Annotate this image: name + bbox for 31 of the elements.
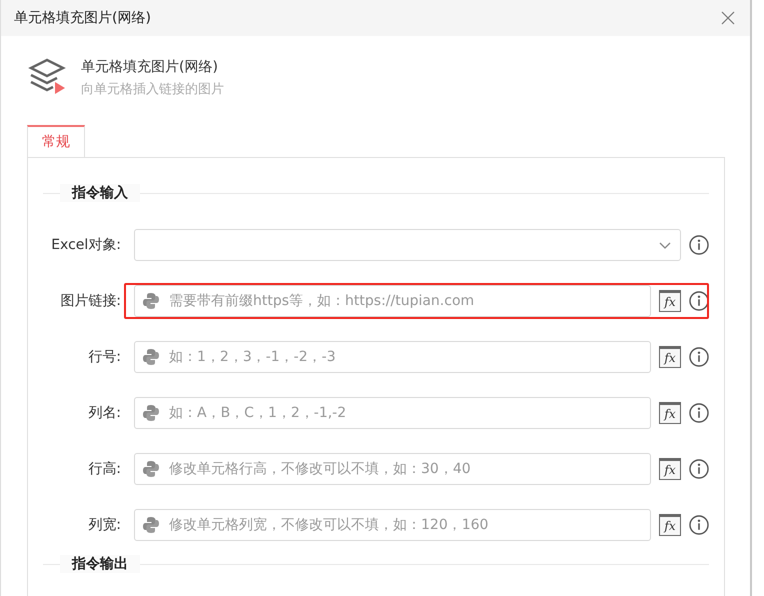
info-icon[interactable] xyxy=(689,403,709,423)
field-label: 图片链接: xyxy=(59,292,122,310)
layers-icon xyxy=(27,56,67,96)
input-field[interactable]: 修改单元格行高，不修改可以不填，如：30，40 xyxy=(134,453,651,485)
info-icon[interactable] xyxy=(689,459,709,479)
input-field[interactable]: 需要带有前缀https等，如：https://tupian.com xyxy=(134,285,651,317)
header-title: 单元格填充图片(网络) xyxy=(81,58,219,76)
window-title: 单元格填充图片(网络) xyxy=(14,9,151,27)
field-label: Excel对象: xyxy=(50,236,122,254)
info-icon[interactable] xyxy=(689,291,709,311)
input-field[interactable]: 如：A，B，C，1，2，-1,-2 xyxy=(134,397,651,429)
formula-button[interactable]: fx xyxy=(659,402,681,424)
header-subtitle: 向单元格插入链接的图片 xyxy=(81,81,224,98)
formula-button[interactable]: fx xyxy=(659,290,681,312)
section-title: 指令输入 xyxy=(60,184,140,202)
close-icon[interactable] xyxy=(720,10,736,26)
formula-button[interactable]: fx xyxy=(659,346,681,368)
info-icon[interactable] xyxy=(689,347,709,367)
select-field[interactable] xyxy=(134,229,681,261)
section-title: 指令输出 xyxy=(60,555,140,573)
tab[interactable]: 常规 xyxy=(27,125,85,157)
formula-button[interactable]: fx xyxy=(659,514,681,536)
info-icon[interactable] xyxy=(689,235,709,255)
field-label: 列宽: xyxy=(87,516,122,534)
field-label: 行高: xyxy=(87,460,122,478)
field-label: 行号: xyxy=(87,348,122,366)
input-field[interactable]: 如：1，2，3，-1，-2，-3 xyxy=(134,341,651,373)
formula-button[interactable]: fx xyxy=(659,458,681,480)
field-label: 列名: xyxy=(87,404,122,422)
input-field[interactable]: 修改单元格列宽，不修改可以不填，如：120，160 xyxy=(134,509,651,541)
info-icon[interactable] xyxy=(689,515,709,535)
